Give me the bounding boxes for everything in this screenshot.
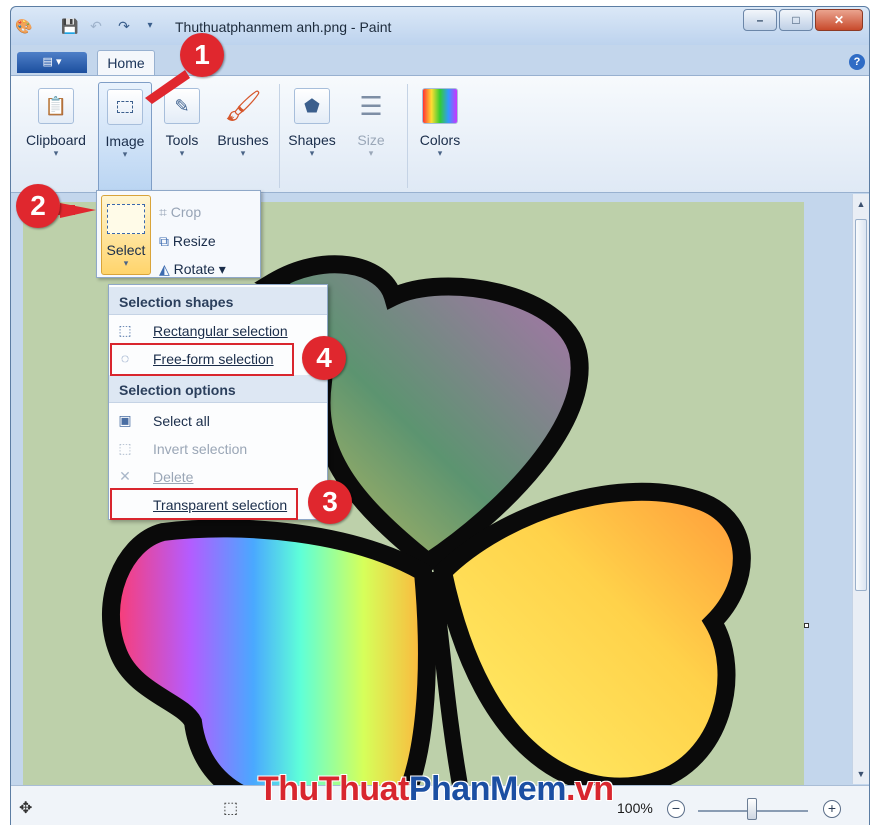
size-label: Size [357,132,385,148]
scrollbar-thumb[interactable] [855,219,867,591]
window-title: Thuthuatphanmem anh.png - Paint [175,19,392,35]
help-icon[interactable]: ? [849,54,865,70]
delete-item[interactable]: ✕ Delete [109,463,327,491]
chevron-down-icon: ▾ [122,149,128,159]
paint-menu-button[interactable]: ▤ ▾ [17,52,87,73]
resize-label: Resize [172,233,216,249]
rectangular-selection-label: Rectangular selection [153,323,288,339]
selection-options-header: Selection options [109,375,327,403]
undo-icon[interactable]: ↶ [87,17,105,35]
save-icon[interactable]: 💾 [61,17,79,35]
chevron-down-icon: ▾ [53,148,59,158]
select-all-icon: ▣ [118,412,132,428]
callout-badge-4: 4 [302,336,346,380]
rectangle-dashed-icon: ⬚ [118,322,132,338]
ribbon-group-brushes[interactable]: 🖌 Brushes ▾ [213,82,273,194]
tab-home[interactable]: Home [97,50,155,76]
chevron-down-icon: ▾ [309,148,315,158]
chevron-down-icon: ▾ [123,258,129,268]
highlight-free-form [110,343,294,376]
watermark: ThuThuatPhanMem.vn [258,770,614,809]
invert-selection-label: Invert selection [153,441,248,457]
rotate-label: Rotate ▾ [173,261,226,277]
cursor-position-icon: ✥ [19,800,33,817]
clipboard-icon: 📋 [38,88,74,124]
watermark-part-2: PhanMem [408,770,567,808]
tools-label: Tools [165,132,199,148]
title-bar: 🎨 💾 ↶ ↷ ▾ Thuthuatphanmem anh.png - Pain… [11,7,869,45]
ribbon-group-shapes[interactable]: ⬟ Shapes ▾ [285,82,339,194]
colors-label: Colors [419,132,461,148]
ribbon-group-tools[interactable]: ✎ Tools ▾ [157,82,207,194]
crop-label: Crop [170,204,202,220]
chevron-down-icon: ▾ [437,148,443,158]
chevron-down-icon: ▾ [368,148,374,158]
select-label: Select [106,242,146,258]
scroll-up-icon[interactable]: ▲ [853,196,869,212]
image-label: Image [105,133,145,149]
select-dropdown-menu: Selection shapes ⬚ Rectangular selection… [108,284,328,520]
select-rect-icon [107,89,143,125]
selection-size-icon: ⬚ [223,800,239,817]
highlight-transparent [110,488,298,520]
callout-badge-3: 3 [308,480,352,524]
palette-icon [422,88,458,124]
select-all-label: Select all [153,413,210,429]
zoom-slider-thumb[interactable] [747,798,757,820]
close-button[interactable]: ✕ [815,9,863,31]
callout-badge-1: 1 [180,33,224,77]
resize-icon: ⧉ [159,233,173,249]
watermark-part-1: ThuThuat [258,770,409,808]
select-rect-icon [107,204,145,234]
clipboard-label: Clipboard [26,132,86,148]
redo-icon[interactable]: ↷ [115,17,133,35]
ribbon-group-image[interactable]: Image ▾ [98,82,152,194]
paint-app-icon[interactable]: 🎨 [15,17,33,35]
vertical-scrollbar[interactable]: ▲ ▼ [852,194,869,784]
ribbon-group-clipboard[interactable]: 📋 Clipboard ▾ [21,82,91,194]
brushes-label: Brushes [217,132,269,148]
zoom-level: 100% [617,800,653,816]
brush-icon: 🖌 [223,89,263,123]
rotate-button[interactable]: ◭ Rotate ▾ [159,261,226,278]
minimize-button[interactable]: – [743,9,777,31]
ribbon-separator [407,84,408,188]
chevron-down-icon: ▾ [179,148,185,158]
callout-badge-2: 2 [16,184,60,228]
delete-x-icon: ✕ [119,468,131,484]
zoom-out-button[interactable]: − [667,800,685,818]
selection-shapes-header: Selection shapes [109,287,327,315]
watermark-part-3: .vn [565,770,614,808]
rectangular-selection-item[interactable]: ⬚ Rectangular selection [109,317,327,345]
canvas-resize-handle[interactable] [804,623,809,628]
size-lines-icon: ☰ [359,90,383,121]
resize-button[interactable]: ⧉ Resize [159,233,216,250]
crop-icon: ⌗ [159,204,171,220]
crop-button[interactable]: ⌗ Crop [159,204,201,221]
invert-selection-item[interactable]: ⬚ Invert selection [109,435,327,463]
tools-icon: ✎ [164,88,200,124]
rotate-icon: ◭ [159,261,174,277]
maximize-button[interactable]: □ [779,9,813,31]
chevron-down-icon: ▾ [240,148,246,158]
select-button[interactable]: Select ▾ [101,195,151,275]
ribbon-separator [279,84,280,188]
delete-label: Delete [153,469,194,485]
ribbon-tab-row: ▤ ▾ Home ? [11,45,869,76]
shapes-icon: ⬟ [294,88,330,124]
invert-selection-icon: ⬚ [118,440,132,456]
scroll-down-icon[interactable]: ▼ [853,766,869,782]
image-dropdown-panel: Select ▾ ⌗ Crop ⧉ Resize ◭ Rotate ▾ [96,190,261,278]
select-all-item[interactable]: ▣ Select all [109,407,327,435]
ribbon-group-colors[interactable]: Colors ▾ [413,82,467,194]
ribbon: 📋 Clipboard ▾ Image ▾ ✎ Tools ▾ 🖌 Brushe… [11,75,869,194]
shapes-label: Shapes [288,132,336,148]
customize-quick-access-icon[interactable]: ▾ [141,17,159,35]
ribbon-group-size[interactable]: ☰ Size ▾ [347,82,395,194]
zoom-in-button[interactable]: + [823,800,841,818]
